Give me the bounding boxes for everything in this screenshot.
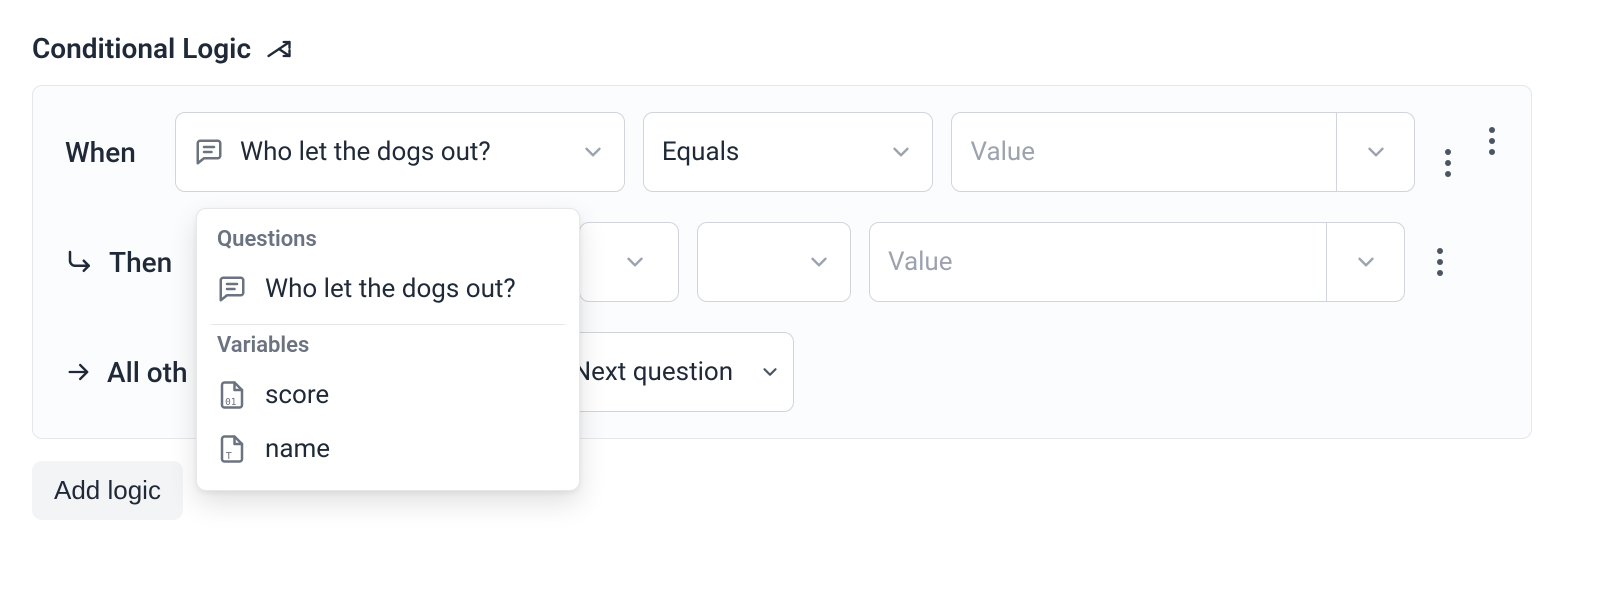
message-icon [217,274,247,304]
when-operator-select[interactable]: Equals [643,112,934,192]
then-label: Then [109,246,173,279]
conditional-logic-icon [265,35,293,63]
rule-more-button[interactable] [1485,123,1499,159]
popup-item-question-1[interactable]: Who let the dogs out? [197,262,579,316]
popup-item-variable-name[interactable]: T name [197,422,579,476]
file-digit-icon: 01 [217,380,247,410]
popup-item-variable-score[interactable]: 01 score [197,368,579,422]
when-value-placeholder: Value [970,137,1035,167]
when-field-value: Who let the dogs out? [240,137,568,167]
then-value-placeholder: Value [888,247,953,277]
popup-separator [211,324,565,325]
when-field-select[interactable]: Who let the dogs out? [175,112,625,192]
then-select-2[interactable] [697,222,851,302]
chevron-down-icon [759,361,781,383]
add-logic-label: Add logic [54,475,161,506]
svg-text:T: T [226,451,232,462]
section-title: Conditional Logic [32,32,251,65]
section-header: Conditional Logic [32,32,1570,65]
when-value-chevron[interactable] [1336,113,1414,191]
popup-item-variable-score-label: score [265,380,329,410]
when-value-input[interactable]: Value [951,112,1415,192]
chevron-down-icon [622,249,648,275]
else-action-value: Next question [573,357,747,387]
when-operator-value: Equals [662,137,877,167]
popup-item-variable-name-label: name [265,434,330,464]
add-logic-button[interactable]: Add logic [32,461,183,520]
popup-item-question-1-label: Who let the dogs out? [265,274,516,304]
file-text-icon: T [217,434,247,464]
when-row-actions [1441,123,1499,181]
when-row: When Who let the dogs out? Equals [65,112,1499,192]
else-action-select[interactable]: Next question [566,332,794,412]
then-value-input[interactable]: Value [869,222,1405,302]
then-more-button[interactable] [1433,244,1447,280]
svg-text:01: 01 [225,397,236,408]
then-value-chevron[interactable] [1326,223,1404,301]
then-arrow-icon [65,247,95,277]
chevron-down-icon [806,249,832,275]
condition-more-button[interactable] [1441,145,1455,181]
chevron-down-icon [888,139,914,165]
message-icon [194,137,224,167]
then-select-1[interactable] [579,222,679,302]
else-arrow-icon [65,358,93,386]
chevron-down-icon [580,139,606,165]
field-dropdown-popup: Questions Who let the dogs out? Variable… [196,208,580,491]
popup-group-variables-label: Variables [197,333,579,368]
when-label: When [65,136,157,169]
else-label: All oth [107,356,188,389]
popup-group-questions-label: Questions [197,227,579,262]
